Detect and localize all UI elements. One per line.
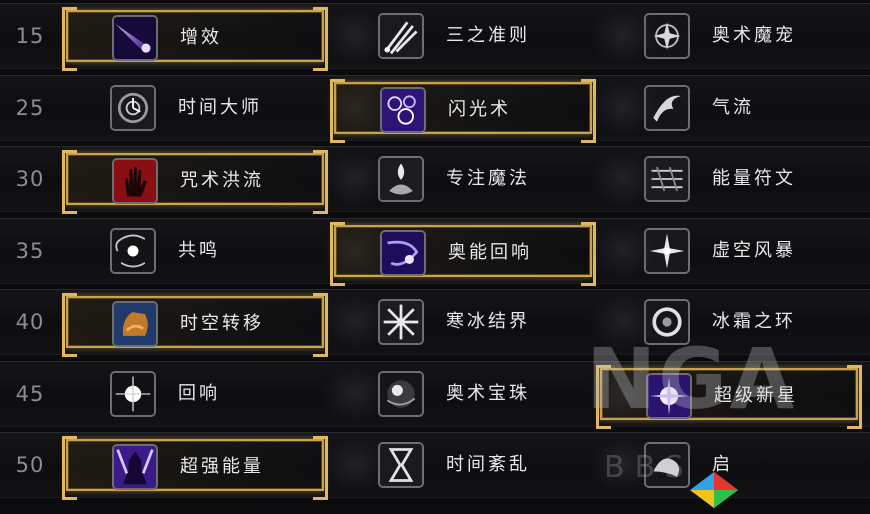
talent-supernova-selected[interactable]: 超级新星 (596, 364, 862, 429)
arcane-echo-icon (380, 229, 426, 276)
level-label: 30 (15, 167, 45, 191)
talent-row-35: 35 共鸣 奥能回响 虚空风暴 (0, 217, 870, 286)
talent-chrono-shift-selected[interactable]: 时空转移 (62, 293, 328, 357)
level-label: 35 (15, 238, 45, 263)
talent-clockwork[interactable]: 时间大师 (66, 82, 324, 134)
talent-slipstream[interactable]: 气流 (600, 82, 858, 134)
nether-tempest-icon (644, 227, 690, 274)
talent-row-15: 15 增效 三之准则 奥术魔宠 (0, 3, 870, 71)
talent-name: 专注魔法 (446, 168, 530, 189)
hourglass-icon (378, 442, 424, 488)
talent-rune[interactable]: 能量符文 (600, 153, 858, 205)
level-label: 25 (15, 95, 45, 120)
talent-name: 时间大师 (178, 96, 262, 118)
talent-grid: 15 增效 三之准则 奥术魔宠 25 时间大师 闪光术 气流 30 咒术洪流 专注魔法 能量符文 35 共… (0, 0, 870, 514)
talent-overpowered-selected[interactable]: 超强能量 (62, 436, 328, 500)
shimmer-icon (380, 86, 426, 133)
overpowered-icon (112, 444, 158, 490)
level-label: 50 (15, 453, 45, 477)
talent-arcane-echo-selected[interactable]: 奥能回响 (330, 221, 596, 286)
talent-focus-magic[interactable]: 专注魔法 (334, 153, 592, 205)
arcane-orb-icon (378, 370, 424, 417)
reverberate-icon (110, 370, 156, 417)
talent-hourglass[interactable]: 时间紊乱 (334, 439, 592, 491)
talent-row-30: 30 咒术洪流 专注魔法 能量符文 (0, 146, 870, 214)
talent-nether-tempest[interactable]: 虚空风暴 (600, 225, 858, 277)
ring-of-frost-icon (644, 299, 690, 345)
chrono-shift-icon (112, 301, 158, 347)
talent-frost-ward[interactable]: 寒冰结界 (334, 296, 592, 348)
talent-name: 咒术洪流 (180, 170, 264, 191)
arcane-missiles-icon (378, 13, 424, 59)
talent-arcane-orb[interactable]: 奥术宝珠 (334, 368, 592, 420)
clockwork-icon (110, 84, 156, 131)
talent-name: 三之准则 (446, 25, 530, 46)
talent-row-45: 45 回响 奥术宝珠 超级新星 (0, 360, 870, 429)
talent-name: 时间紊乱 (446, 454, 530, 475)
talent-ring-of-frost[interactable]: 冰霜之环 (600, 296, 858, 348)
level-label: 40 (15, 310, 45, 334)
talent-reverberate[interactable]: 回响 (66, 368, 324, 420)
talent-name: 超强能量 (180, 456, 264, 477)
talent-name: 虚空风暴 (712, 239, 796, 261)
talent-arcane-missiles[interactable]: 三之准则 (334, 10, 592, 62)
talent-red-hand-selected[interactable]: 咒术洪流 (62, 150, 328, 214)
focus-magic-icon (378, 156, 424, 202)
level-label: 15 (15, 24, 45, 48)
slipstream-icon (644, 84, 690, 131)
supernova-icon (646, 372, 692, 419)
talent-name: 奥术魔宠 (712, 25, 796, 46)
arcane-familiar-icon (644, 13, 690, 59)
talent-name: 时空转移 (180, 313, 264, 334)
talent-name: 共鸣 (178, 239, 220, 261)
talent-name: 冰霜之环 (712, 311, 796, 332)
talent-name: 奥能回响 (448, 241, 532, 263)
game-logo-icon (690, 472, 738, 508)
talent-name: 增效 (180, 27, 222, 48)
rune-icon (644, 156, 690, 202)
talent-name: 闪光术 (448, 98, 511, 120)
talent-name: 回响 (178, 382, 220, 404)
red-hand-icon (112, 158, 158, 204)
talent-arcane-comet-selected[interactable]: 增效 (62, 7, 328, 71)
talent-name: 超级新星 (714, 384, 798, 406)
talent-name: 寒冰结界 (446, 311, 530, 332)
talent-row-40: 40 时空转移 寒冰结界 冰霜之环 (0, 289, 870, 357)
talent-arcane-familiar[interactable]: 奥术魔宠 (600, 10, 858, 62)
frost-ward-icon (378, 299, 424, 345)
arcane-comet-icon (112, 15, 158, 61)
talent-row-25: 25 时间大师 闪光术 气流 (0, 74, 870, 143)
talent-name: 气流 (712, 96, 754, 118)
talent-shimmer-selected[interactable]: 闪光术 (330, 78, 596, 143)
talent-resonance[interactable]: 共鸣 (66, 225, 324, 277)
resonance-icon (110, 227, 156, 274)
talent-name: 奥术宝珠 (446, 382, 530, 404)
talent-name: 能量符文 (712, 168, 796, 189)
level-label: 45 (15, 381, 45, 406)
